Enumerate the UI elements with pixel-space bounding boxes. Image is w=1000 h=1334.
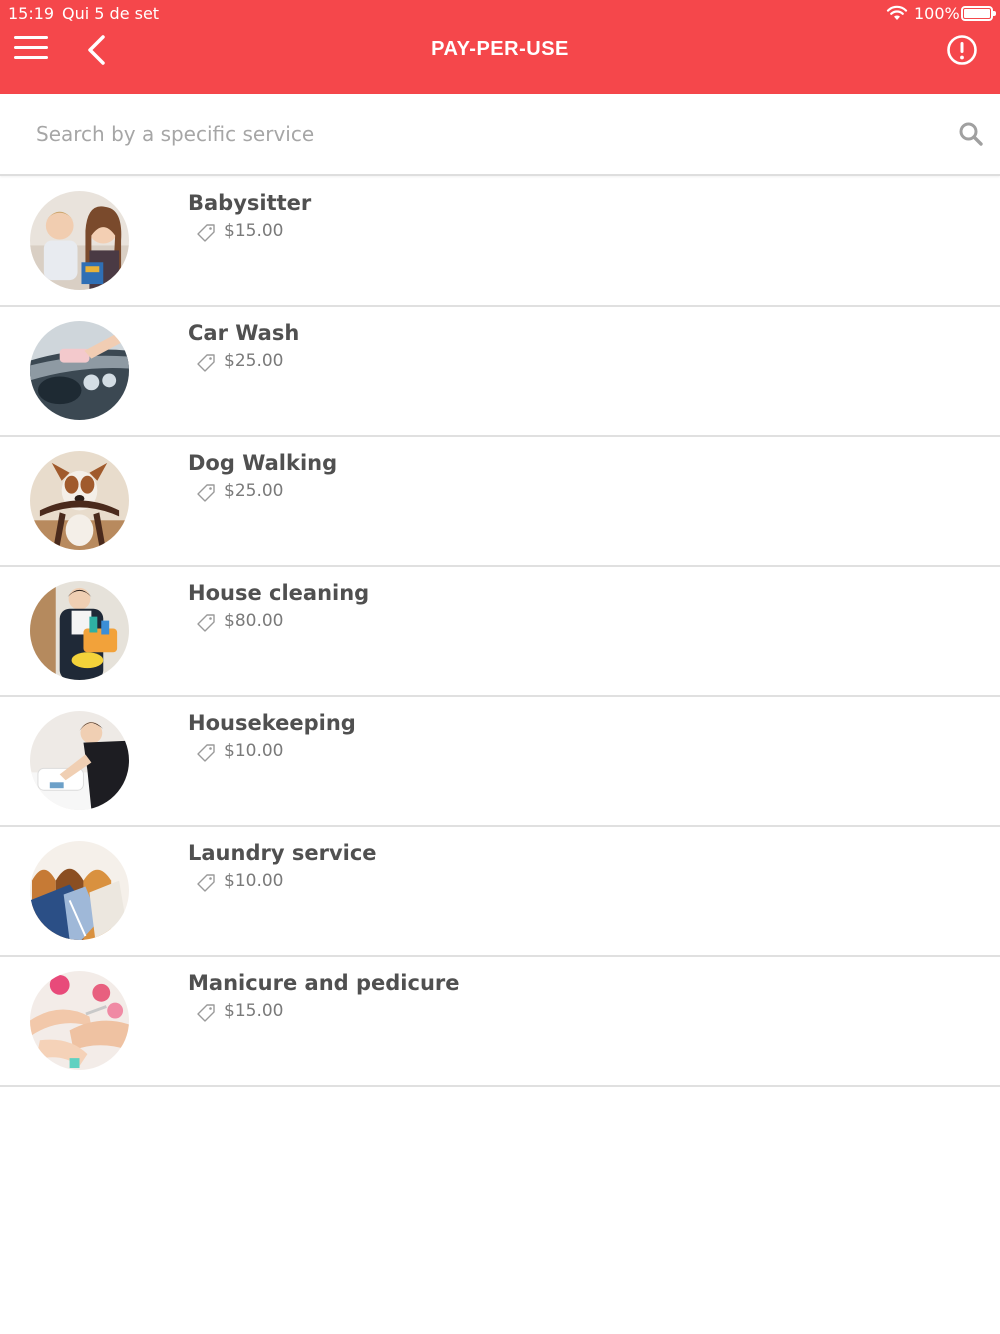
babysitter-photo bbox=[30, 191, 129, 290]
list-item[interactable]: Dog Walking $25.00 bbox=[0, 437, 1000, 567]
list-item[interactable]: Manicure and pedicure $15.00 bbox=[0, 957, 1000, 1087]
car-wash-photo bbox=[30, 321, 129, 420]
service-price: $15.00 bbox=[224, 1001, 284, 1021]
back-chevron-icon[interactable] bbox=[84, 34, 108, 66]
housekeeping-photo bbox=[30, 711, 129, 810]
price-tag-icon bbox=[197, 224, 215, 242]
laundry-photo bbox=[30, 841, 129, 940]
service-price: $25.00 bbox=[224, 351, 284, 371]
alert-circle-icon[interactable] bbox=[946, 34, 978, 66]
service-name: Babysitter bbox=[188, 191, 312, 215]
status-date: Qui 5 de set bbox=[62, 4, 160, 23]
service-name: Manicure and pedicure bbox=[188, 971, 460, 995]
page-title: PAY-PER-USE bbox=[431, 38, 569, 60]
list-item[interactable]: Babysitter $15.00 bbox=[0, 177, 1000, 307]
manicure-photo bbox=[30, 971, 129, 1070]
price-tag-icon bbox=[197, 744, 215, 762]
status-bar: 15:19 Qui 5 de set 100% bbox=[0, 0, 1000, 28]
search-bar bbox=[0, 94, 1000, 176]
service-name: Laundry service bbox=[188, 841, 377, 865]
top-bar: 15:19 Qui 5 de set 100% PAY-PER-USE bbox=[0, 0, 1000, 94]
menu-button[interactable] bbox=[14, 36, 48, 60]
wifi-icon bbox=[886, 5, 908, 20]
list-item[interactable]: Housekeeping $10.00 bbox=[0, 697, 1000, 827]
list-item[interactable]: House cleaning $80.00 bbox=[0, 567, 1000, 697]
service-name: Housekeeping bbox=[188, 711, 356, 735]
service-name: House cleaning bbox=[188, 581, 370, 605]
house-cleaning-photo bbox=[30, 581, 129, 680]
dog-walking-photo bbox=[30, 451, 129, 550]
battery-percent: 100% bbox=[914, 4, 960, 23]
battery-icon bbox=[961, 6, 996, 21]
service-name: Dog Walking bbox=[188, 451, 338, 475]
price-tag-icon bbox=[197, 614, 215, 632]
service-price: $25.00 bbox=[224, 481, 284, 501]
price-tag-icon bbox=[197, 874, 215, 892]
status-time: 15:19 bbox=[8, 4, 55, 23]
service-price: $10.00 bbox=[224, 741, 284, 761]
service-price: $10.00 bbox=[224, 871, 284, 891]
service-price: $80.00 bbox=[224, 611, 284, 631]
service-price: $15.00 bbox=[224, 221, 284, 241]
price-tag-icon bbox=[197, 1004, 215, 1022]
list-item[interactable]: Car Wash $25.00 bbox=[0, 307, 1000, 437]
service-name: Car Wash bbox=[188, 321, 300, 345]
price-tag-icon bbox=[197, 354, 215, 372]
search-icon[interactable] bbox=[958, 121, 984, 147]
list-item[interactable]: Laundry service $10.00 bbox=[0, 827, 1000, 957]
search-input[interactable] bbox=[36, 116, 916, 152]
price-tag-icon bbox=[197, 484, 215, 502]
service-list: Babysitter $15.00 Car Wash $25.00 Dog Wa… bbox=[0, 177, 1000, 1087]
